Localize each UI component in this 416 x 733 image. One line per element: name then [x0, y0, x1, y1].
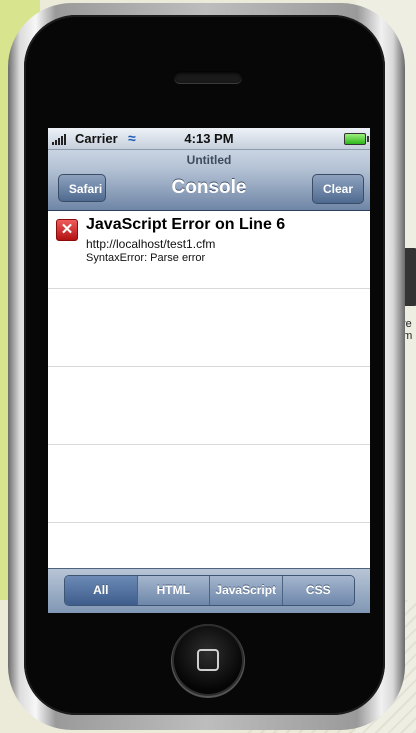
empty-log-row [48, 289, 370, 367]
earpiece-speaker [174, 71, 242, 83]
filter-tab-javascript[interactable]: JavaScript [210, 576, 283, 605]
error-message: SyntaxError: Parse error [86, 252, 206, 264]
filter-tab-all[interactable]: All [65, 576, 138, 605]
filter-segmented-control: All HTML JavaScript CSS [64, 575, 355, 606]
empty-log-row [48, 445, 370, 523]
error-title: JavaScript Error on Line 6 [86, 216, 286, 233]
error-url: http://localhost/test1.cfm [86, 237, 216, 251]
error-x-icon: ✕ [56, 219, 78, 241]
home-square-icon [197, 649, 219, 671]
clear-button[interactable]: Clear [312, 174, 364, 204]
home-button[interactable] [174, 626, 242, 694]
phone-screen: Carrier ≈ 4:13 PM Untitled Safari Consol… [48, 128, 370, 613]
status-time: 4:13 PM [184, 131, 234, 146]
navigation-bar: Safari Console Clear [48, 170, 370, 211]
filter-toolbar: All HTML JavaScript CSS [48, 568, 370, 613]
battery-icon [344, 133, 369, 145]
page-title-bar: Untitled [48, 150, 370, 170]
filter-tab-html[interactable]: HTML [137, 576, 210, 605]
status-bar: Carrier ≈ 4:13 PM [48, 128, 370, 150]
empty-log-row [48, 367, 370, 445]
console-log-list: ✕ JavaScript Error on Line 6 http://loca… [48, 211, 370, 523]
filter-tab-css[interactable]: CSS [282, 576, 354, 605]
log-entry[interactable]: ✕ JavaScript Error on Line 6 http://loca… [48, 211, 370, 289]
